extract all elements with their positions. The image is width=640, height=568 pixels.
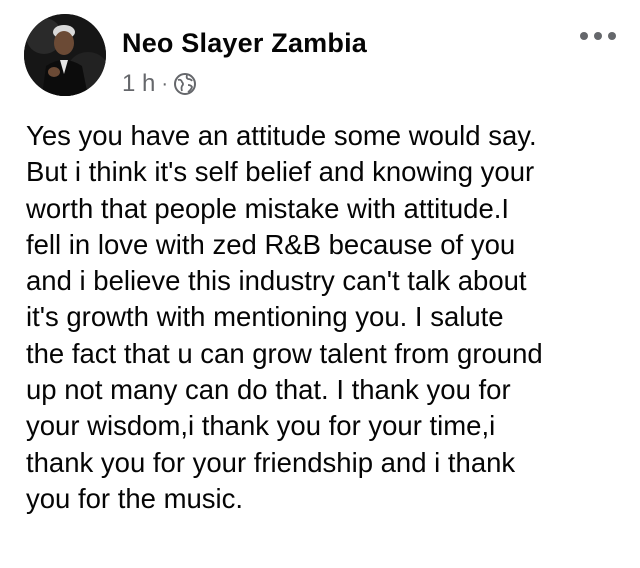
message-line: Yes you have an attitude some would say. xyxy=(26,120,537,151)
message-line: fell in love with zed R&B because of you xyxy=(26,228,516,260)
more-dot xyxy=(594,32,602,40)
globe-icon[interactable] xyxy=(173,72,197,96)
author-name[interactable]: Neo Slayer Zambia xyxy=(122,28,367,59)
post-time[interactable]: 1 h xyxy=(122,70,155,98)
more-dot xyxy=(608,32,616,40)
message-line: thank you for your friendship and i than… xyxy=(26,446,516,478)
more-options-icon[interactable] xyxy=(580,26,616,46)
avatar-image xyxy=(24,14,106,96)
meta-separator: · xyxy=(161,73,169,95)
message-line: up not many can do that. I thank you for xyxy=(26,374,511,406)
avatar[interactable] xyxy=(24,14,106,96)
message-line: it's growth with mentioning you. I salut… xyxy=(26,301,504,333)
message-line: you for the music. xyxy=(26,482,244,514)
message-line: But i think it's self belief and knowing… xyxy=(26,156,535,188)
facebook-post: Neo Slayer Zambia 1 h · Yes you have an … xyxy=(0,0,640,568)
message-line: the fact that u can grow talent from gro… xyxy=(26,337,543,369)
message-line: and i believe this industry can't talk a… xyxy=(26,265,527,297)
message-line: worth that people mistake with attitude.… xyxy=(26,192,510,224)
post-meta: 1 h · xyxy=(122,70,197,98)
message-line: your wisdom,i thank you for your time,i xyxy=(26,410,496,442)
post-message: Yes you have an attitude some would say.… xyxy=(26,118,626,517)
more-dot xyxy=(580,32,588,40)
